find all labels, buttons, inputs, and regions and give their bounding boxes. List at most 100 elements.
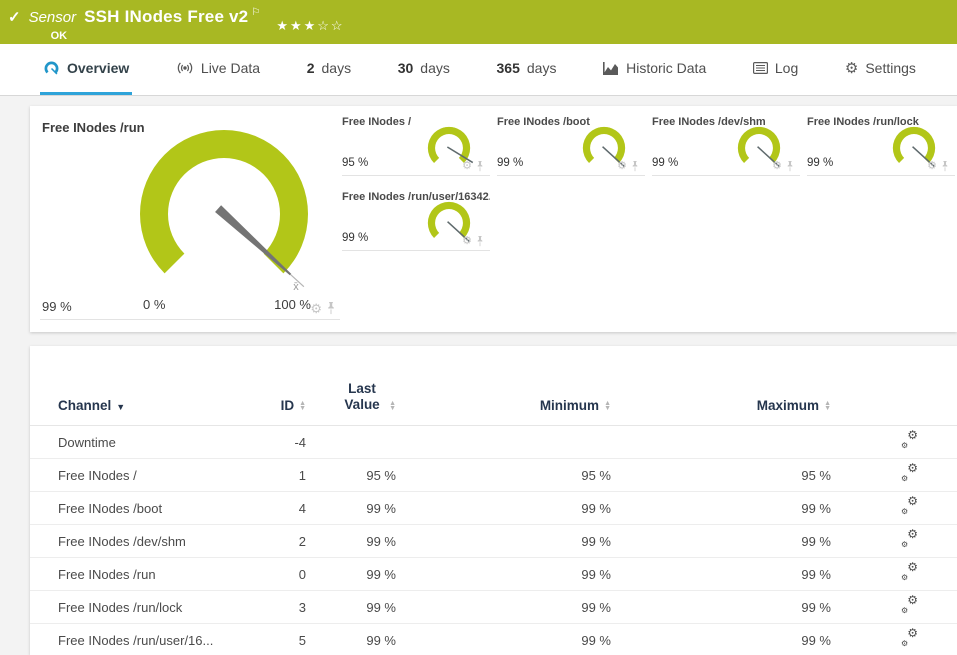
channel-settings-icon[interactable]: ⚙ ⚙ [901,561,918,582]
tab-settings[interactable]: ⚙ Settings [842,44,919,95]
tab-label: days [321,60,352,76]
channel-id: 2 [298,533,306,549]
tab-number: 365 [496,60,520,76]
minimum-value: 99 % [581,500,611,516]
maximum-value: 99 % [801,632,831,648]
tab-overview[interactable]: Overview [40,44,133,95]
sort-icon: ▲ ▼ [604,400,611,412]
pin-icon[interactable] [941,161,949,172]
table-header-row: Channel ▼ ID ▲ ▼ Last Value ▲ ▼ Minimum ▲ ▼… [30,362,957,426]
table-row: Downtime -4 ⚙ ⚙ [30,426,957,459]
gauge-axis-labels: 0 % 100 % [143,297,311,312]
last-value: 99 % [366,599,396,615]
channel-id: 4 [298,500,306,516]
main-gauge-value: 99 % [42,299,72,314]
channel-name: Free INodes /boot [58,500,163,516]
channel-name: Free INodes /run/user/16... [58,632,214,648]
historic-data-icon [603,61,619,75]
mean-marker: x̄ [293,281,299,293]
column-header-channel[interactable]: Channel ▼ [58,398,238,413]
minimum-value: 99 % [581,566,611,582]
sort-icon: ▲ ▼ [299,400,306,412]
table-row: Free INodes / 1 95 % 95 % 95 % ⚙ ⚙ [30,459,957,492]
gear-icon: ⚙ [844,59,859,77]
small-gauges-grid: Free INodes / 95 % ⚙ Free INodes /boot 9… [342,112,957,262]
tab-number: 2 [306,60,315,76]
maximum-value: 95 % [801,467,831,483]
gauge-value: 99 % [342,232,369,244]
gauge-tile-dev-shm[interactable]: Free INodes /dev/shm 99 % ⚙ [652,112,800,176]
main-gauge-chart: x̄ [140,130,308,293]
tab-label: Overview [67,60,130,76]
table-row: Free INodes /run 0 99 % 99 % 99 % ⚙ ⚙ [30,558,957,591]
pin-icon[interactable] [476,236,484,247]
gauge-max-label: 100 % [274,297,311,312]
channel-name: Free INodes /run [58,566,156,582]
pin-icon[interactable] [326,302,336,315]
star-rating[interactable]: ★★★☆☆ [276,18,344,34]
channel-name: Downtime [58,434,116,450]
channel-settings-icon[interactable]: ⚙ ⚙ [901,495,918,516]
gauge-tile-run-user[interactable]: Free INodes /run/user/16342... 99 % ⚙ [342,187,490,251]
overview-panel: Free INodes /run x̄ 0 % 100 % 99 % ⚙ Fre… [30,106,957,332]
channel-name: Free INodes /dev/shm [58,533,186,549]
gear-icon[interactable]: ⚙ [617,161,627,172]
gauge-icon [44,61,59,74]
gear-icon[interactable]: ⚙ [772,161,782,172]
status-badge: OK [50,30,68,42]
channel-id: 0 [298,566,306,582]
sort-icon: ▲ ▼ [824,400,831,412]
table-row: Free INodes /run/lock 3 99 % 99 % 99 % ⚙… [30,591,957,624]
tab-2-days[interactable]: 2 days [304,44,354,95]
table-row: Free INodes /run/user/16... 5 99 % 99 % … [30,624,957,655]
gear-icon[interactable]: ⚙ [310,302,322,315]
page-title: SSH INodes Free v2 [84,7,249,26]
channel-id: -4 [294,434,306,450]
tab-number: 30 [397,60,414,76]
last-value: 99 % [366,533,396,549]
minimum-value: 99 % [581,533,611,549]
channel-settings-icon[interactable]: ⚙ ⚙ [901,462,918,483]
sensor-title-block: Sensor SSH INodes Free v2 ⚐ OK [29,7,261,42]
gauge-tile-root[interactable]: Free INodes / 95 % ⚙ [342,112,490,176]
sensor-header: ✓ Sensor SSH INodes Free v2 ⚐ OK ★★★☆☆ [0,0,957,44]
tab-label: Historic Data [626,60,707,76]
minimum-value: 99 % [581,599,611,615]
channel-settings-icon[interactable]: ⚙ ⚙ [901,627,918,648]
gauge-value: 99 % [652,157,679,169]
gauge-tile-run-lock[interactable]: Free INodes /run/lock 99 % ⚙ [807,112,955,176]
gauge-tile-boot[interactable]: Free INodes /boot 99 % ⚙ [497,112,645,176]
gear-icon[interactable]: ⚙ [462,236,472,247]
gear-icon[interactable]: ⚙ [927,161,937,172]
pin-icon[interactable] [631,161,639,172]
channel-settings-icon[interactable]: ⚙ ⚙ [901,528,918,549]
pin-icon[interactable] [786,161,794,172]
tab-log[interactable]: Log [750,44,801,95]
tab-historic-data[interactable]: Historic Data [600,44,709,95]
minimum-value: 99 % [581,632,611,648]
last-value: 95 % [366,467,396,483]
column-header-last-value[interactable]: Last Value ▲ ▼ [306,381,396,413]
priority-flag-icon[interactable]: ⚐ [251,7,260,18]
tab-live-data[interactable]: Live Data [173,44,263,95]
gauge-value: 99 % [497,157,524,169]
pin-icon[interactable] [476,161,484,172]
maximum-value: 99 % [801,533,831,549]
gauge-min-label: 0 % [143,297,166,312]
column-header-id[interactable]: ID ▲ ▼ [238,398,306,413]
maximum-value: 99 % [801,566,831,582]
channel-settings-icon[interactable]: ⚙ ⚙ [901,594,918,615]
tab-label: Settings [865,60,916,76]
gauge-value: 95 % [342,157,369,169]
live-data-icon [177,62,193,74]
channel-settings-icon[interactable]: ⚙ ⚙ [901,429,918,450]
sort-desc-icon: ▼ [116,402,126,412]
tab-30-days[interactable]: 30 days [395,44,453,95]
column-header-minimum[interactable]: Minimum ▲ ▼ [396,398,611,413]
tab-365-days[interactable]: 365 days [494,44,560,95]
channel-id: 5 [298,632,306,648]
tab-label: days [526,60,557,76]
column-header-maximum[interactable]: Maximum ▲ ▼ [611,398,831,413]
gear-icon[interactable]: ⚙ [462,161,472,172]
minimum-value: 95 % [581,467,611,483]
